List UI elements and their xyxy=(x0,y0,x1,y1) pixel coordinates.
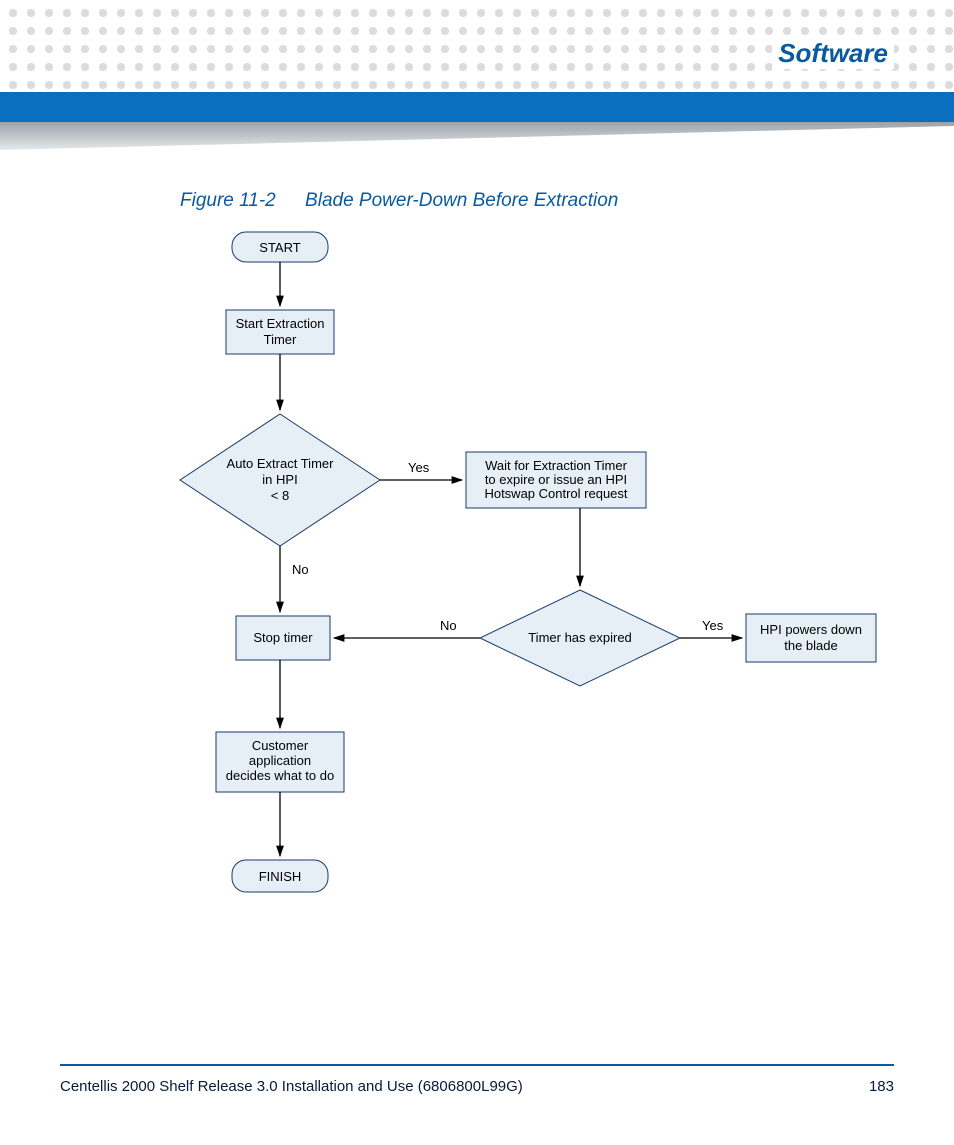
header-gray-wedge xyxy=(0,122,954,158)
node-finish-label: FINISH xyxy=(259,869,302,884)
step4-l2: the blade xyxy=(784,638,838,653)
step5-l1: Customer xyxy=(252,738,309,753)
section-title: Software xyxy=(772,38,894,69)
figure-number: Figure 11-2 xyxy=(180,190,276,211)
step5-l2: application xyxy=(249,753,311,768)
label-d2-no: No xyxy=(440,618,457,633)
decision2-label: Timer has expired xyxy=(528,630,632,645)
step2-l2: to expire or issue an HPI xyxy=(485,472,627,487)
footer-doc-title: Centellis 2000 Shelf Release 3.0 Install… xyxy=(60,1078,523,1095)
step5-l3: decides what to do xyxy=(226,768,334,783)
header-blue-bar xyxy=(0,92,954,122)
decision1-l1: Auto Extract Timer xyxy=(227,456,335,471)
figure-title: Blade Power-Down Before Extraction xyxy=(305,190,618,211)
step3-label: Stop timer xyxy=(253,630,313,645)
decision1-l3: < 8 xyxy=(271,488,289,503)
flowchart-diagram: START Start Extraction Timer Start Extra… xyxy=(80,220,900,960)
label-d1-yes: Yes xyxy=(408,460,430,475)
step4-l1: HPI powers down xyxy=(760,622,862,637)
node-step1-l2: Timer xyxy=(264,332,297,347)
figure-caption: Figure 11-2 Blade Power-Down Before Extr… xyxy=(180,190,618,212)
step2-l3: Hotswap Control request xyxy=(484,486,627,501)
decision1-l2: in HPI xyxy=(262,472,297,487)
label-d2-yes: Yes xyxy=(702,618,724,633)
node-start-label: START xyxy=(259,240,300,255)
label-d1-no: No xyxy=(292,562,309,577)
step2-l1: Wait for Extraction Timer xyxy=(485,458,627,473)
node-step1-l1: Start Extraction xyxy=(236,316,325,331)
page-footer: Centellis 2000 Shelf Release 3.0 Install… xyxy=(60,1064,894,1095)
footer-page-number: 183 xyxy=(869,1078,894,1095)
